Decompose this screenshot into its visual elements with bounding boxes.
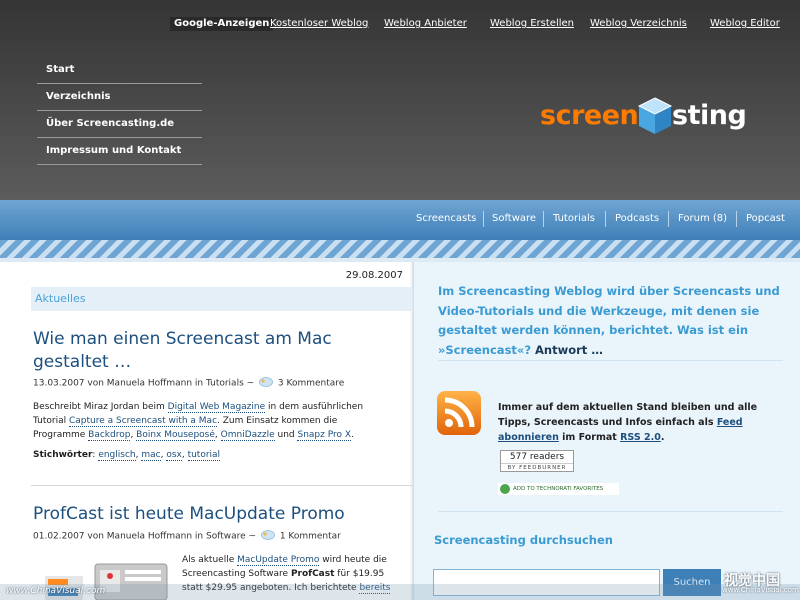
subscribe-text: Immer auf dem aktuellen Stand bleiben un… [498,400,783,445]
post-meta-text: 13.03.2007 von Manuela Hoffmann in Tutor… [33,378,255,389]
comment-icon [261,530,275,540]
nav-separator [483,211,484,227]
post-excerpt: Beschreibt Miraz Jordan beim Digital Web… [33,400,378,442]
technorati-icon [500,484,510,494]
rss-format-link[interactable]: RSS 2.0 [620,432,661,443]
sidebar-intro: Im Screencasting Weblog wird über Screen… [438,282,783,360]
nav-separator [736,211,737,227]
logo-text-right: sting [672,100,747,131]
google-ads-bar: Google-Anzeigen Kostenloser Weblog Weblo… [0,17,800,31]
watermark-url: www.ChinaVisual.com [722,586,799,594]
sidebar: Im Screencasting Weblog wird über Screen… [414,262,800,600]
tag-link[interactable]: mac [141,450,161,461]
ad-link-weblog-erstellen[interactable]: Weblog Erstellen [490,17,574,31]
tab-tutorials[interactable]: Tutorials [553,213,595,224]
current-date: 29.08.2007 [345,270,403,281]
tag-link[interactable]: tutorial [187,450,221,461]
comments-link[interactable]: 1 Kommentar [280,532,341,542]
feedburner-label: BY FEEDBURNER [507,465,567,471]
nav-ueber[interactable]: Über Screencasting.de [37,111,202,138]
decorative-stripes [0,240,800,258]
main-content: 29.08.2007 Aktuelles Wie man einen Scree… [0,262,414,600]
comment-icon [259,377,273,387]
tag-link[interactable]: osx [166,450,182,461]
nav-start[interactable]: Start [37,57,202,84]
feedburner-count: 577 readers [501,451,573,464]
rss-icon[interactable] [437,391,481,435]
tab-podcasts[interactable]: Podcasts [615,213,659,224]
link-snapz-pro-x[interactable]: Snapz Pro X [297,430,352,441]
technorati-label: ADD TO TECHNORATI FAVORITES [513,486,604,492]
tab-software[interactable]: Software [492,213,536,224]
watermark-strip [0,584,800,600]
tags-label: Stichwörter [33,450,93,460]
watermark-logo: 视觉中国 www.ChinaVisual.com [722,570,799,598]
excerpt-text: . [351,430,354,440]
subscribe-copy: . [660,432,665,443]
nav-impressum[interactable]: Impressum und Kontakt [37,138,202,165]
excerpt-separator: und [274,430,298,440]
excerpt-text: Beschreibt Miraz Jordan beim [33,402,168,412]
subscribe-copy: im Format [558,432,621,443]
site-header: Google-Anzeigen Kostenloser Weblog Weblo… [0,0,800,200]
nav-separator [605,211,606,227]
link-digital-web-magazine[interactable]: Digital Web Magazine [167,402,266,413]
sidebar-divider [438,511,783,512]
nav-verzeichnis[interactable]: Verzeichnis [37,84,202,111]
tab-screencasts[interactable]: Screencasts [416,213,476,224]
intro-text: Im Screencasting Weblog wird über Screen… [438,284,780,357]
link-boinx-mousepose[interactable]: Boinx Mouseposé [136,430,215,441]
post-title-screencast-mac[interactable]: Wie man einen Screencast am Mac gestalte… [33,328,363,374]
ad-link-weblog-verzeichnis[interactable]: Weblog Verzeichnis [590,17,687,31]
link-backdrop[interactable]: Backdrop [88,430,131,441]
technorati-badge[interactable]: ADD TO TECHNORATI FAVORITES [498,483,619,495]
tag-link[interactable]: englisch [98,450,136,461]
header-nav: Start Verzeichnis Über Screencasting.de … [37,57,202,165]
ads-title: Google-Anzeigen [170,17,274,31]
search-heading: Screencasting durchsuchen [434,533,613,547]
excerpt-strong: ProfCast [290,569,335,579]
link-macupdate-promo[interactable]: MacUpdate Promo [237,555,320,566]
post-tags: Stichwörter: englisch, mac, osx, tutoria… [33,450,221,461]
link-capture-screencast[interactable]: Capture a Screencast with a Mac [68,416,218,427]
main-nav: Screencasts Software Tutorials Podcasts … [0,200,800,240]
post-meta-text: 01.02.2007 von Manuela Hoffmann in Softw… [33,531,257,542]
ad-link-weblog-anbieter[interactable]: Weblog Anbieter [384,17,467,31]
sidebar-divider [438,360,783,361]
nav-separator [668,211,669,227]
intro-more-link[interactable]: Antwort … [535,343,603,357]
excerpt-text: Als aktuelle [182,555,238,565]
post-meta: 13.03.2007 von Manuela Hoffmann in Tutor… [33,377,344,389]
feedburner-badge[interactable]: 577 readers BY FEEDBURNER [500,450,574,472]
comments-link[interactable]: 3 Kommentare [278,379,344,389]
post-title-profcast[interactable]: ProfCast ist heute MacUpdate Promo [33,503,373,526]
link-omnidazzle[interactable]: OmniDazzle [220,430,275,441]
site-logo[interactable]: screenc sting [540,96,747,136]
cube-icon [637,97,673,134]
excerpt-separator: , [214,430,221,440]
nav-separator [543,211,544,227]
ad-link-kostenloser-weblog[interactable]: Kostenloser Weblog [270,17,368,31]
section-heading: Aktuelles [31,287,412,311]
ad-link-weblog-editor[interactable]: Weblog Editor [710,17,780,31]
post-meta: 01.02.2007 von Manuela Hoffmann in Softw… [33,530,341,542]
tab-forum[interactable]: Forum (8) [678,213,727,224]
tab-popcast[interactable]: Popcast [746,213,785,224]
watermark-left: www.ChinaVisual.com [6,586,106,596]
post-divider [31,485,412,486]
